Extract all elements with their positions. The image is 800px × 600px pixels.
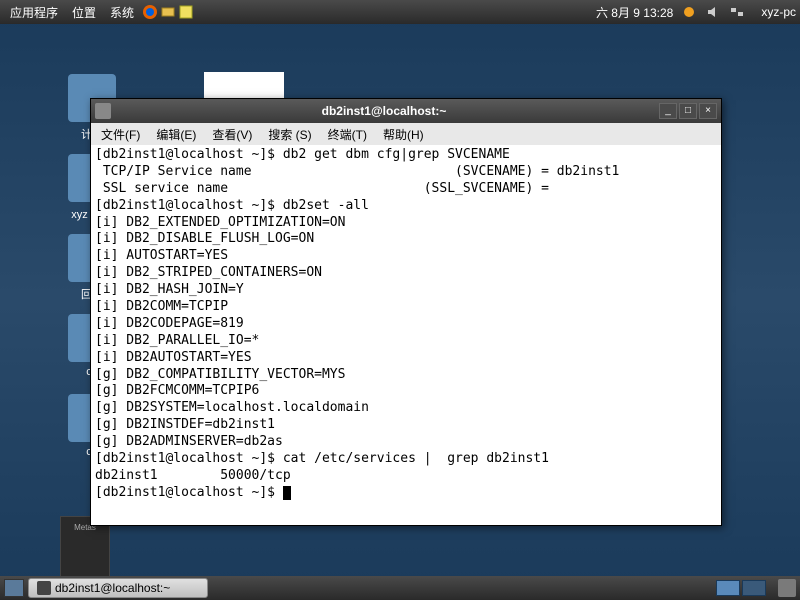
mail-icon[interactable] <box>160 4 176 20</box>
menu-edit[interactable]: 编辑(E) <box>150 124 202 145</box>
terminal-cursor <box>283 486 291 500</box>
menu-help[interactable]: 帮助(H) <box>377 124 430 145</box>
menu-system[interactable]: 系统 <box>104 2 140 23</box>
terminal-app-icon <box>95 103 111 119</box>
network-icon[interactable] <box>729 4 745 20</box>
trash-icon[interactable] <box>778 579 796 597</box>
firefox-icon[interactable] <box>142 4 158 20</box>
show-desktop-button[interactable] <box>4 579 24 597</box>
window-title: db2inst1@localhost:~ <box>111 104 657 118</box>
menu-view[interactable]: 查看(V) <box>206 124 258 145</box>
top-panel: 应用程序 位置 系统 六 8月 9 13:28 xyz-pc <box>0 0 800 24</box>
desktop-white-rect <box>204 72 284 98</box>
note-icon[interactable] <box>178 4 194 20</box>
minimize-button[interactable]: _ <box>659 103 677 119</box>
weather-icon[interactable] <box>681 4 697 20</box>
terminal-window: db2inst1@localhost:~ _ □ × 文件(F) 编辑(E) 查… <box>90 98 722 526</box>
menu-places[interactable]: 位置 <box>66 2 102 23</box>
task-label: db2inst1@localhost:~ <box>55 581 170 595</box>
hostname[interactable]: xyz-pc <box>761 5 796 19</box>
menubar: 文件(F) 编辑(E) 查看(V) 搜索 (S) 终端(T) 帮助(H) <box>91 123 721 145</box>
desktop[interactable]: 计算xyz 的主回收c_c_ Metas db2inst1@localhost:… <box>0 24 800 576</box>
task-terminal-icon <box>37 581 51 595</box>
menu-terminal[interactable]: 终端(T) <box>322 124 373 145</box>
taskbar-item-terminal[interactable]: db2inst1@localhost:~ <box>28 578 208 598</box>
clock[interactable]: 六 8月 9 13:28 <box>596 4 673 21</box>
titlebar[interactable]: db2inst1@localhost:~ _ □ × <box>91 99 721 123</box>
terminal-body[interactable]: [db2inst1@localhost ~]$ db2 get dbm cfg|… <box>91 145 721 525</box>
menu-applications[interactable]: 应用程序 <box>4 2 64 23</box>
close-button[interactable]: × <box>699 103 717 119</box>
volume-icon[interactable] <box>705 4 721 20</box>
maximize-button[interactable]: □ <box>679 103 697 119</box>
workspace-1[interactable] <box>716 580 740 596</box>
workspace-2[interactable] <box>742 580 766 596</box>
menu-search[interactable]: 搜索 (S) <box>262 124 317 145</box>
bottom-panel: db2inst1@localhost:~ <box>0 576 800 600</box>
menu-file[interactable]: 文件(F) <box>95 124 146 145</box>
workspace-switcher <box>716 580 766 596</box>
